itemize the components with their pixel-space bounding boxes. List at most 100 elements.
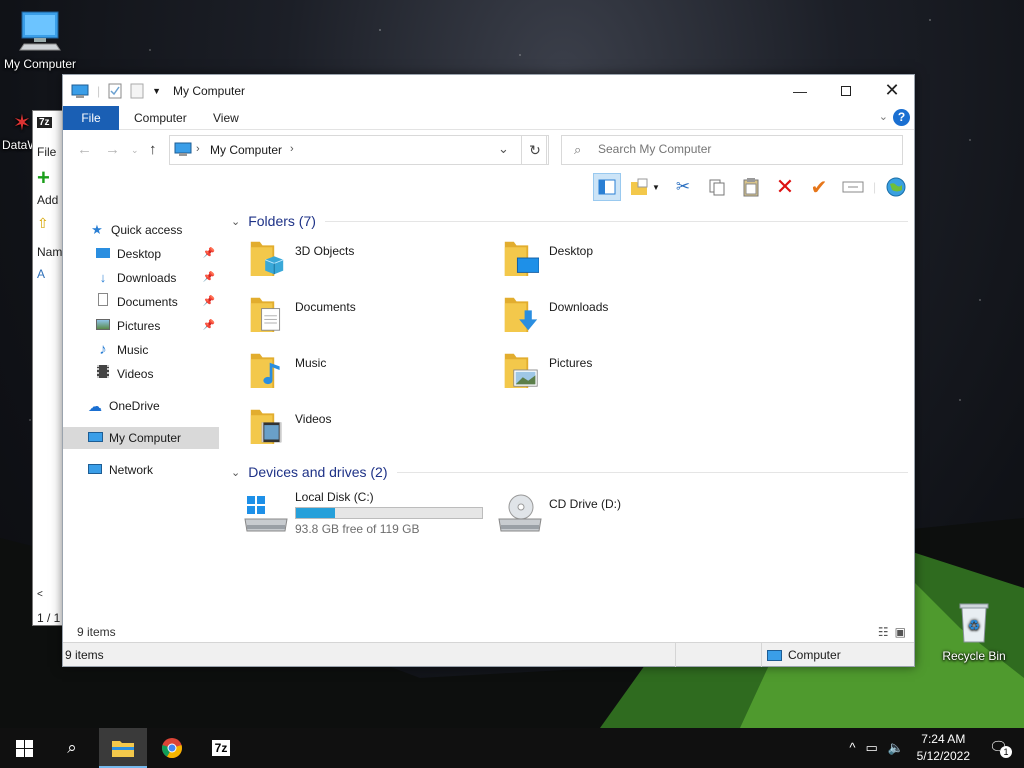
qat-dropdown-icon[interactable]: ▼ [152, 86, 161, 96]
scroll-left-icon[interactable]: < [37, 589, 43, 600]
folder-tile-desktop[interactable]: Desktop [479, 233, 719, 283]
network-tray-icon[interactable]: ▭ [866, 740, 878, 756]
title-bar[interactable]: | ▼ My Computer — ✕ [63, 75, 914, 106]
notification-center-button[interactable]: 🗨 1 [989, 738, 1012, 758]
forward-icon[interactable]: → [105, 141, 120, 158]
clock[interactable]: 7:24 AM 5/12/2022 [917, 731, 970, 765]
nav-label: Network [109, 463, 154, 477]
tab-view[interactable]: View [199, 106, 253, 130]
copy-button[interactable] [703, 173, 731, 201]
layout-button[interactable] [593, 173, 621, 201]
desktop-icon-my-computer[interactable]: My Computer [2, 10, 78, 71]
nav-item-pictures[interactable]: Pictures 📌 [95, 315, 219, 337]
pin-icon[interactable]: 📌 [203, 243, 215, 265]
rename-button[interactable] [839, 173, 867, 201]
tab-file[interactable]: File [63, 106, 119, 130]
collapse-chevron-icon[interactable]: ⌄ [231, 466, 240, 479]
group-header-drives[interactable]: ⌄ Devices and drives (2) [231, 464, 388, 480]
nav-my-computer[interactable]: My Computer [63, 427, 219, 449]
show-hidden-icons-icon[interactable]: ^ [849, 740, 855, 756]
pin-icon[interactable]: 📌 [203, 315, 215, 337]
new-folder-button[interactable]: ▼ [627, 173, 663, 201]
folder-tile-3d-objects[interactable]: 3D Objects [225, 233, 465, 283]
folder-icon [504, 353, 538, 388]
custom-toolbar: ▼ ✂ ✕ ✔ | [593, 171, 910, 203]
folder-tile-music[interactable]: Music [225, 345, 465, 395]
tab-computer[interactable]: Computer [120, 106, 201, 130]
refresh-button[interactable]: ↻ [521, 135, 549, 165]
menu-file[interactable]: File [37, 145, 56, 159]
file-explorer-icon [112, 741, 134, 757]
maximize-button[interactable] [823, 75, 869, 106]
nav-item-downloads[interactable]: ↓ Downloads 📌 [95, 267, 219, 289]
desktop-icon-recycle-bin[interactable]: ♻ Recycle Bin [936, 600, 1012, 663]
globe-button[interactable] [882, 173, 910, 201]
layout-icon [598, 179, 616, 195]
delete-button[interactable]: ✕ [771, 173, 799, 201]
search-input[interactable] [598, 142, 888, 156]
nav-network[interactable]: Network [87, 459, 219, 481]
pin-icon[interactable]: 📌 [203, 267, 215, 289]
address-dropdown-icon[interactable]: ⌄ [498, 141, 509, 157]
column-header-name[interactable]: Nam [37, 245, 62, 259]
nav-quick-access[interactable]: ★ Quick access [89, 219, 245, 241]
breadcrumb-chevron-icon[interactable]: › [290, 143, 294, 155]
back-icon[interactable]: ← [77, 141, 92, 158]
new-folder-icon [631, 178, 648, 195]
nav-item-documents[interactable]: Documents 📌 [95, 291, 219, 313]
taskbar-chrome[interactable] [148, 728, 196, 768]
hard-drive-icon [244, 496, 288, 532]
drive-tile-d[interactable]: CD Drive (D:) [479, 485, 719, 545]
nav-label: Music [117, 343, 149, 357]
address-bar[interactable]: › My Computer › ⌄ [169, 135, 547, 165]
desktop-icon-label: Recycle Bin [942, 649, 1006, 663]
search-box[interactable]: ⌕ [561, 135, 903, 165]
7zip-icon: 7z [211, 740, 231, 756]
collapse-chevron-icon[interactable]: ⌄ [231, 215, 240, 228]
up-icon[interactable]: ↑ [149, 141, 157, 158]
dropdown-arrow-icon: ▼ [652, 182, 660, 192]
drive-tile-c[interactable]: Local Disk (C:) 93.8 GB free of 119 GB [225, 485, 505, 545]
nav-item-desktop[interactable]: Desktop 📌 [95, 243, 219, 265]
start-button[interactable] [0, 728, 48, 768]
breadcrumb-chevron-icon[interactable]: › [196, 143, 200, 155]
taskbar-search-button[interactable]: ⌕ [48, 728, 96, 768]
new-folder-qat-icon[interactable] [130, 83, 144, 99]
cloud-icon: ☁ [88, 398, 102, 414]
nav-item-music[interactable]: ♪ Music [95, 339, 219, 361]
clock-date: 5/12/2022 [916, 749, 970, 763]
add-label: Add [37, 193, 59, 207]
properties-icon[interactable] [108, 83, 122, 99]
list-item[interactable]: A [37, 267, 45, 281]
nav-onedrive[interactable]: ☁ OneDrive [87, 395, 219, 417]
pin-icon[interactable]: 📌 [203, 291, 215, 313]
recent-locations-icon[interactable]: ⌄ [131, 145, 139, 156]
large-icons-view-icon[interactable]: ▣ [895, 625, 906, 639]
taskbar-7zip[interactable]: 7z [197, 728, 245, 768]
help-icon[interactable]: ? [893, 109, 910, 126]
svg-text:♻: ♻ [968, 617, 981, 633]
drive-usage-fill [296, 508, 336, 518]
folder-tile-pictures[interactable]: Pictures [479, 345, 719, 395]
folder-name: 3D Objects [295, 244, 355, 258]
cut-button[interactable]: ✂ [669, 173, 697, 201]
nav-item-videos[interactable]: Videos [95, 363, 219, 385]
folder-tile-documents[interactable]: Documents [225, 289, 465, 339]
minimize-button[interactable]: — [777, 75, 823, 106]
folder-tile-videos[interactable]: Videos [225, 401, 465, 451]
7zip-app-icon: 7z [37, 117, 52, 128]
close-button[interactable]: ✕ [869, 75, 915, 106]
folder-icon [250, 353, 280, 388]
up-folder-icon[interactable]: ⇧ [37, 215, 49, 232]
breadcrumb-my-computer[interactable]: My Computer [210, 143, 282, 157]
add-icon[interactable]: + [37, 165, 50, 191]
ribbon-expand-icon[interactable]: ⌄ [879, 110, 888, 123]
group-header-folders[interactable]: ⌄ Folders (7) [231, 213, 316, 229]
paste-button[interactable] [737, 173, 765, 201]
taskbar-file-explorer[interactable] [99, 728, 147, 768]
folder-tile-downloads[interactable]: Downloads [479, 289, 719, 339]
details-view-icon[interactable]: ☷ [878, 625, 889, 639]
check-button[interactable]: ✔ [805, 173, 833, 201]
volume-icon[interactable]: 🔈 [888, 740, 904, 756]
file-explorer-window[interactable]: | ▼ My Computer — ✕ File Computer View ⌄… [62, 74, 915, 667]
